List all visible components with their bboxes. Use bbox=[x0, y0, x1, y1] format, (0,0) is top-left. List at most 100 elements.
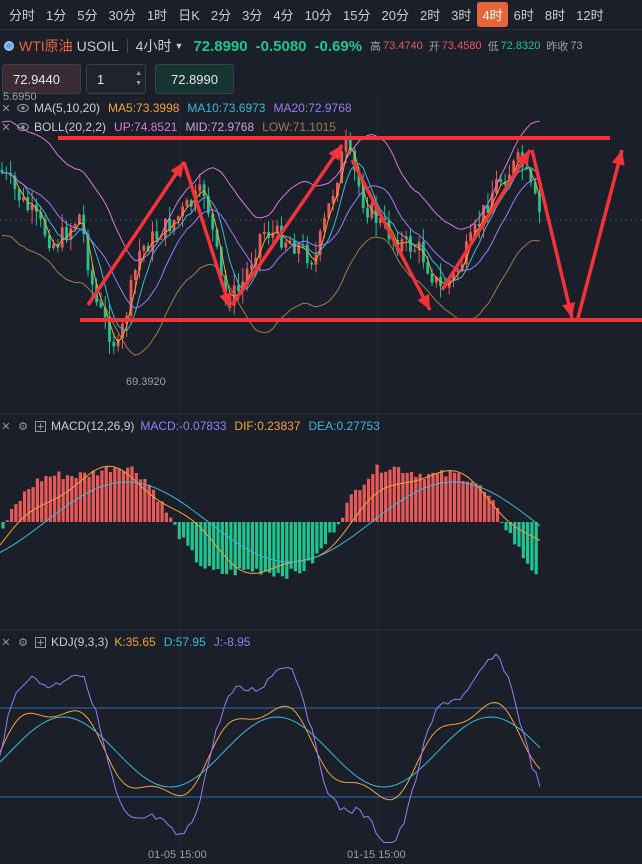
macd-bar bbox=[418, 473, 422, 522]
macd-bar bbox=[255, 522, 259, 569]
macd-bar bbox=[298, 522, 302, 574]
trend-arrow bbox=[350, 159, 432, 311]
d-value: D:57.95 bbox=[163, 635, 206, 649]
macd-bar bbox=[362, 484, 366, 522]
macd-bar bbox=[358, 490, 362, 522]
macd-bar bbox=[177, 522, 181, 540]
macd-bar bbox=[465, 481, 469, 522]
candle-body bbox=[366, 208, 369, 218]
stepper-arrows-icon[interactable]: ▲ ▼ bbox=[135, 69, 142, 89]
macd-bar bbox=[457, 472, 461, 522]
candle-body bbox=[133, 270, 137, 281]
gear-icon[interactable]: ⚙ bbox=[17, 636, 29, 649]
macd-bar bbox=[250, 522, 254, 572]
candle-body bbox=[456, 270, 460, 273]
candle-body bbox=[90, 270, 94, 285]
macd-bar bbox=[444, 476, 448, 522]
dif-value: DIF:0.23837 bbox=[234, 419, 301, 433]
ma10-value: MA10:73.6973 bbox=[187, 101, 266, 115]
macd-bar bbox=[319, 522, 323, 549]
macd-bar bbox=[182, 522, 186, 538]
macd-bar bbox=[65, 475, 70, 522]
ma-legend: ✕ MA(5,10,20) MA5:73.3998 MA10:73.6973 M… bbox=[0, 101, 351, 115]
macd-bar bbox=[427, 474, 431, 522]
candle-body bbox=[176, 216, 180, 221]
macd-bar bbox=[530, 522, 534, 571]
ma5-line bbox=[1, 146, 540, 344]
eye-icon[interactable] bbox=[17, 102, 29, 114]
macd-bar bbox=[259, 522, 263, 575]
quantity-stepper[interactable]: 1 ▲ ▼ bbox=[86, 64, 146, 94]
candle-body bbox=[198, 184, 202, 191]
macd-bar bbox=[87, 476, 91, 522]
macd-bar bbox=[409, 471, 414, 522]
macd-bar bbox=[345, 502, 349, 522]
macd-bar bbox=[293, 522, 297, 572]
close-icon[interactable]: ✕ bbox=[0, 102, 12, 115]
candle-body bbox=[52, 244, 55, 249]
macd-bar bbox=[225, 522, 229, 575]
close-icon[interactable]: ✕ bbox=[0, 420, 12, 433]
macd-bar bbox=[422, 479, 426, 522]
candle-body bbox=[413, 250, 417, 252]
candle-body bbox=[284, 242, 288, 248]
candle-body bbox=[237, 285, 240, 291]
candle-body bbox=[409, 236, 412, 252]
candle-body bbox=[185, 200, 189, 207]
gear-icon[interactable]: ⚙ bbox=[17, 420, 29, 433]
macd-bar bbox=[246, 522, 250, 570]
x-axis-label: 01-05 15:00 bbox=[148, 849, 207, 861]
ask-price-box[interactable]: 72.8990 bbox=[155, 64, 234, 94]
macd-name: MACD(12,26,9) bbox=[51, 419, 135, 433]
trend-arrow-head bbox=[170, 162, 184, 178]
macd-bar bbox=[328, 522, 332, 533]
macd-bar bbox=[151, 489, 156, 522]
candle-body bbox=[262, 232, 266, 235]
boll-legend: ✕ BOLL(20,2,2) UP:74.8521 MID:72.9768 LO… bbox=[0, 120, 336, 134]
macd-bar bbox=[40, 481, 44, 522]
macd-bar bbox=[169, 517, 173, 522]
candle-body bbox=[155, 231, 159, 239]
macd-bar bbox=[461, 480, 465, 522]
close-icon[interactable]: ✕ bbox=[0, 636, 12, 649]
eye-icon[interactable] bbox=[17, 121, 29, 133]
macd-bar bbox=[332, 522, 336, 533]
boll-upper-line bbox=[1, 120, 540, 262]
macd-bar bbox=[435, 472, 439, 522]
candle-body bbox=[142, 245, 146, 251]
candle-body bbox=[400, 239, 404, 252]
bid-price-box[interactable]: 72.9440 bbox=[2, 64, 81, 94]
ma-name: MA(5,10,20) bbox=[34, 101, 101, 115]
macd-bar bbox=[130, 466, 134, 522]
d-line bbox=[0, 716, 541, 788]
candle-body bbox=[538, 193, 541, 212]
macd-bar bbox=[143, 479, 147, 522]
k-line bbox=[0, 702, 541, 801]
macd-bar bbox=[1, 522, 5, 529]
macd-bar bbox=[452, 472, 457, 522]
trend-arrow bbox=[576, 149, 624, 319]
macd-bar bbox=[388, 469, 392, 522]
add-box-icon[interactable] bbox=[34, 420, 46, 432]
macd-bar bbox=[392, 466, 396, 522]
ma5-value: MA5:73.3998 bbox=[108, 101, 180, 115]
macd-bar bbox=[104, 466, 108, 522]
macd-bar bbox=[276, 522, 280, 573]
close-icon[interactable]: ✕ bbox=[0, 121, 12, 134]
j-value: J:-8.95 bbox=[213, 635, 251, 649]
macd-bar bbox=[44, 475, 48, 522]
boll-mid-value: MID:72.9768 bbox=[185, 120, 255, 134]
macd-bar bbox=[534, 522, 538, 575]
candle-body bbox=[26, 197, 30, 211]
macd-bar bbox=[96, 475, 100, 522]
macd-bar bbox=[371, 474, 375, 522]
macd-bar bbox=[121, 471, 125, 522]
add-box-icon[interactable] bbox=[34, 636, 46, 648]
macd-bar bbox=[100, 470, 104, 522]
ma20-line bbox=[1, 172, 540, 309]
kdj-legend: ✕ ⚙ KDJ(9,3,3) K:35.65 D:57.95 J:-8.95 bbox=[0, 635, 250, 649]
low-marker-label: 69.3920 bbox=[126, 376, 166, 388]
macd-bar bbox=[18, 500, 22, 522]
macd-bar bbox=[203, 522, 207, 569]
candle-body bbox=[426, 262, 430, 274]
